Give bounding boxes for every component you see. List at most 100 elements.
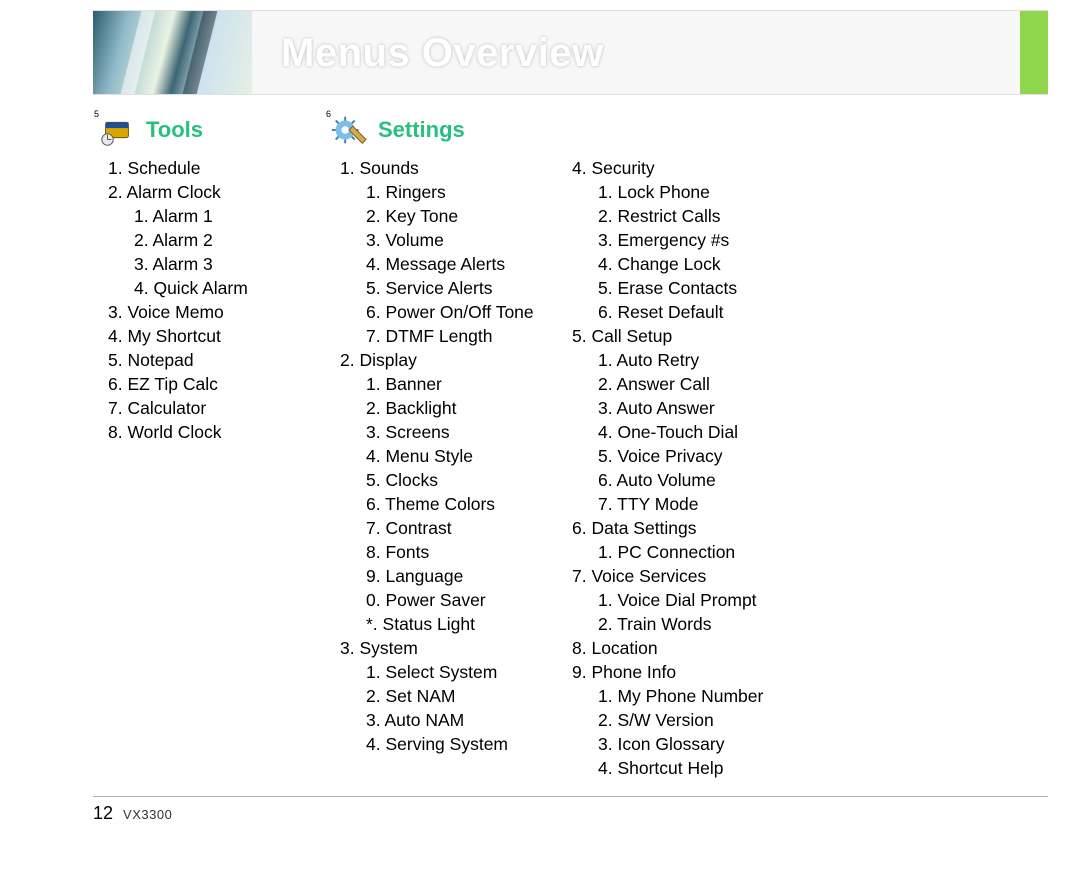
list-item: 4. Message Alerts [366, 252, 562, 276]
list-item-label: 3. System [340, 638, 418, 658]
list-item-label: 4. My Shortcut [108, 326, 221, 346]
page-title: Menus Overview [281, 31, 604, 76]
list-item: 8. Location [572, 636, 794, 660]
list-item: 1. Lock Phone [598, 180, 794, 204]
list-item: 1. Schedule [108, 156, 330, 180]
list-item-label: 3. Voice Memo [108, 302, 224, 322]
page-number: 12 [93, 803, 113, 824]
list-item: 2. Key Tone [366, 204, 562, 228]
sub-list: 1. Lock Phone2. Restrict Calls3. Emergen… [572, 180, 794, 324]
list-item: 6. Data Settings1. PC Connection [572, 516, 794, 564]
list-item: 1. Banner [366, 372, 562, 396]
list-item: 3. System1. Select System2. Set NAM3. Au… [340, 636, 562, 756]
tools-icon: 5 [98, 111, 136, 149]
list-item: 4. Quick Alarm [134, 276, 330, 300]
list-item: *. Status Light [366, 612, 562, 636]
list-item-label: 8. World Clock [108, 422, 221, 442]
list-item: 6. Power On/Off Tone [366, 300, 562, 324]
list-item: 4. One-Touch Dial [598, 420, 794, 444]
section-header-settings: 6 Settings [330, 110, 562, 150]
list-item: 1. PC Connection [598, 540, 794, 564]
list-item: 1. Auto Retry [598, 348, 794, 372]
list-item: 2. Answer Call [598, 372, 794, 396]
list-item: 7. Contrast [366, 516, 562, 540]
list-item: 2. Alarm 2 [134, 228, 330, 252]
section-title-settings: Settings [378, 117, 465, 143]
sub-list: 1. PC Connection [572, 540, 794, 564]
settings-menu-list-a: 1. Sounds1. Ringers2. Key Tone3. Volume4… [330, 156, 562, 756]
list-item-label: 9. Phone Info [572, 662, 676, 682]
list-item: 8. World Clock [108, 420, 330, 444]
section-header-tools: 5 Tools [98, 110, 330, 150]
list-item-label: 2. Display [340, 350, 417, 370]
list-item-label: 2. Alarm Clock [108, 182, 221, 202]
list-item: 3. Auto Answer [598, 396, 794, 420]
list-item: 2. S/W Version [598, 708, 794, 732]
column-settings-b: . 4. Security1. Lock Phone2. Restrict Ca… [562, 110, 794, 792]
list-item-label: 7. Calculator [108, 398, 206, 418]
sub-list: 1. Select System2. Set NAM3. Auto NAM4. … [340, 660, 562, 756]
list-item: 4. Menu Style [366, 444, 562, 468]
list-item: 2. Alarm Clock1. Alarm 12. Alarm 23. Ala… [108, 180, 330, 300]
list-item: 5. Call Setup1. Auto Retry2. Answer Call… [572, 324, 794, 516]
column-tools: 5 Tools 1. Schedule2. Alarm Clock1. Alar… [98, 110, 330, 792]
header-photo-strip [93, 11, 252, 94]
list-item: 1. My Phone Number [598, 684, 794, 708]
sub-list: 1. Ringers2. Key Tone3. Volume4. Message… [340, 180, 562, 348]
tools-menu-list: 1. Schedule2. Alarm Clock1. Alarm 12. Al… [98, 156, 330, 444]
list-item: 2. Train Words [598, 612, 794, 636]
list-item: 3. Icon Glossary [598, 732, 794, 756]
list-item: 9. Phone Info1. My Phone Number2. S/W Ve… [572, 660, 794, 780]
column-settings-a: 6 Settings 1. Sounds1. [330, 110, 562, 792]
sub-list: 1. Banner2. Backlight3. Screens4. Menu S… [340, 372, 562, 636]
list-item-label: 7. Voice Services [572, 566, 706, 586]
list-item: 1. Sounds1. Ringers2. Key Tone3. Volume4… [340, 156, 562, 348]
list-item-label: 1. Sounds [340, 158, 419, 178]
list-item: 5. Clocks [366, 468, 562, 492]
header-green-strip [1020, 11, 1048, 94]
sub-list: 1. Auto Retry2. Answer Call3. Auto Answe… [572, 348, 794, 516]
list-item: 5. Voice Privacy [598, 444, 794, 468]
list-item: 3. Screens [366, 420, 562, 444]
list-item: 6. Auto Volume [598, 468, 794, 492]
list-item-label: 8. Location [572, 638, 658, 658]
list-item: 4. Serving System [366, 732, 562, 756]
list-item: 0. Power Saver [366, 588, 562, 612]
list-item: 4. Security1. Lock Phone2. Restrict Call… [572, 156, 794, 324]
list-item: 4. Change Lock [598, 252, 794, 276]
settings-menu-list-b: 4. Security1. Lock Phone2. Restrict Call… [562, 156, 794, 780]
content-body: 5 Tools 1. Schedule2. Alarm Clock1. Alar… [98, 110, 1040, 792]
model-name: VX3300 [123, 807, 172, 822]
list-item: 1. Alarm 1 [134, 204, 330, 228]
section-number-settings: 6 [326, 109, 331, 119]
list-item: 3. Alarm 3 [134, 252, 330, 276]
list-item: 3. Emergency #s [598, 228, 794, 252]
list-item: 1. Select System [366, 660, 562, 684]
header-banner: Menus Overview [93, 10, 1048, 95]
list-item-label: 1. Schedule [108, 158, 200, 178]
list-item-label: 5. Call Setup [572, 326, 672, 346]
list-item-label: 5. Notepad [108, 350, 194, 370]
list-item: 6. Reset Default [598, 300, 794, 324]
list-item-label: 6. EZ Tip Calc [108, 374, 218, 394]
section-title-tools: Tools [146, 117, 203, 143]
list-item: 5. Service Alerts [366, 276, 562, 300]
list-item: 6. Theme Colors [366, 492, 562, 516]
sub-list: 1. My Phone Number2. S/W Version3. Icon … [572, 684, 794, 780]
list-item: 2. Backlight [366, 396, 562, 420]
list-item: 5. Notepad [108, 348, 330, 372]
list-item: 5. Erase Contacts [598, 276, 794, 300]
list-item: 7. Voice Services1. Voice Dial Prompt2. … [572, 564, 794, 636]
sub-list: 1. Voice Dial Prompt2. Train Words [572, 588, 794, 636]
list-item: 1. Voice Dial Prompt [598, 588, 794, 612]
list-item: 7. DTMF Length [366, 324, 562, 348]
sub-list: 1. Alarm 12. Alarm 23. Alarm 34. Quick A… [108, 204, 330, 300]
list-item: 4. My Shortcut [108, 324, 330, 348]
list-item: 1. Ringers [366, 180, 562, 204]
list-item: 3. Auto NAM [366, 708, 562, 732]
list-item: 8. Fonts [366, 540, 562, 564]
list-item: 9. Language [366, 564, 562, 588]
list-item-label: 4. Security [572, 158, 655, 178]
list-item: 2. Set NAM [366, 684, 562, 708]
list-item: 2. Display1. Banner2. Backlight3. Screen… [340, 348, 562, 636]
